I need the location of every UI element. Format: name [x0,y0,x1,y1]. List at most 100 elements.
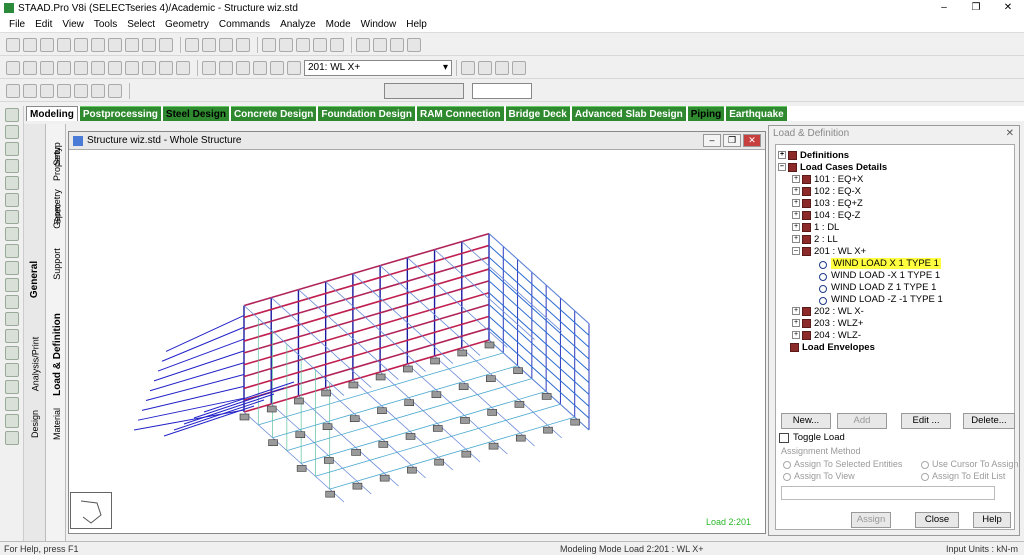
viewport-close-button[interactable]: ✕ [743,134,761,147]
minimize-button[interactable]: – [928,0,960,16]
overview-thumbnail[interactable] [70,492,112,529]
select-all-icon[interactable] [5,193,19,207]
globe-icon[interactable] [108,83,122,98]
select-spec-icon[interactable] [5,312,19,326]
tab-steel-design[interactable]: Steel Design [162,106,229,121]
print-icon[interactable] [159,37,173,52]
tree-item-load-case[interactable]: +202 : WL X- [792,305,864,317]
expand-icon[interactable]: + [792,175,800,183]
tree-item-load-case[interactable]: +203 : WLZ+ [792,317,863,329]
view-right-icon[interactable] [57,60,71,75]
zoom-out-icon[interactable] [236,60,250,75]
side-tab-load-definition[interactable]: Load & Definition [46,304,68,404]
side-tab-general[interactable]: General [24,239,46,319]
structure-model[interactable] [69,150,765,533]
select-beams-icon[interactable] [5,125,19,139]
beam-cursor-icon[interactable] [296,37,310,52]
node-icon[interactable] [91,83,105,98]
cursor-icon[interactable] [262,37,276,52]
select-load-icon[interactable] [5,278,19,292]
structure-diagram-icon[interactable] [407,37,421,52]
paste-icon[interactable] [91,37,105,52]
expand-icon[interactable]: + [792,235,800,243]
assign-list-field[interactable] [781,486,995,500]
rotate-down-icon[interactable] [142,60,156,75]
tree-item-definitions[interactable]: + Definitions [778,149,849,161]
select-beam-ends-icon[interactable] [5,380,19,394]
tree-item-load-case[interactable]: +101 : EQ+X [792,173,863,185]
expand-icon[interactable]: + [792,199,800,207]
checkbox[interactable] [779,432,789,443]
view-left-icon[interactable] [40,60,54,75]
menu-analyze[interactable]: Analyze [275,19,321,30]
expand-icon[interactable]: + [792,319,800,327]
tab-advanced-slab-design[interactable]: Advanced Slab Design [571,106,686,121]
menu-select[interactable]: Select [122,19,160,30]
menu-window[interactable]: Window [356,19,402,30]
view-top-icon[interactable] [74,60,88,75]
tree-item-load-cases-details[interactable]: – Load Cases Details [778,161,887,173]
tab-foundation-design[interactable]: Foundation Design [318,106,415,121]
rotate-left-icon[interactable] [159,60,173,75]
view-iso-icon[interactable] [108,60,122,75]
tree-item-load-case[interactable]: +104 : EQ-Z [792,209,860,221]
tab-bridge-deck[interactable]: Bridge Deck [505,106,570,121]
magnify-icon[interactable] [287,60,301,75]
tab-earthquake[interactable]: Earthquake [726,106,787,121]
save-icon[interactable] [40,37,54,52]
tab-postprocessing[interactable]: Postprocessing [79,106,161,121]
tree-item-wind-load[interactable]: WIND LOAD -Z -1 TYPE 1 [818,293,943,305]
menu-edit[interactable]: Edit [30,19,57,30]
help-button[interactable]: Help [973,512,1011,528]
print-preview-icon[interactable] [461,60,475,75]
view-back-icon[interactable] [23,60,37,75]
view-front-icon[interactable] [6,60,20,75]
side-tab-material[interactable]: Material [46,399,68,449]
copy-icon[interactable] [74,37,88,52]
side-tab-support[interactable]: Support [46,239,68,289]
menu-view[interactable]: View [57,19,89,30]
grid-icon[interactable] [74,83,88,98]
panel-close-icon[interactable]: ✕ [1006,128,1014,139]
plate-icon[interactable] [23,83,37,98]
expand-icon[interactable]: + [792,223,800,231]
add-button[interactable]: Add [837,413,887,429]
new-file-icon[interactable] [6,37,20,52]
viewport-minimize-button[interactable]: – [703,134,721,147]
select-clear-icon[interactable] [5,431,19,445]
tab-concrete-design[interactable]: Concrete Design [230,106,317,121]
menu-file[interactable]: File [4,19,30,30]
node-cursor-icon[interactable] [279,37,293,52]
select-material-icon[interactable] [5,295,19,309]
view-output-icon[interactable] [219,37,233,52]
new-button[interactable]: New... [781,413,831,429]
select-solids-icon[interactable] [5,159,19,173]
post-process-icon[interactable] [202,37,216,52]
tab-ram-connection[interactable]: RAM Connection [416,106,504,121]
assign-button[interactable]: Assign [851,512,891,528]
run-analysis-icon[interactable] [185,37,199,52]
menu-tools[interactable]: Tools [89,19,122,30]
close-button[interactable]: ✕ [992,0,1024,16]
expand-icon[interactable]: + [792,187,800,195]
scale-icon[interactable] [390,37,404,52]
select-list-icon[interactable] [5,346,19,360]
tree-item-load-case[interactable]: +2 : LL [792,233,838,245]
tree-item-load-envelopes[interactable]: Load Envelopes [790,341,875,353]
delete-button[interactable]: Delete... [963,413,1015,429]
tree-item-wind-load[interactable]: WIND LOAD X 1 TYPE 1 [818,257,941,269]
delete-icon[interactable] [108,37,122,52]
view-bottom-icon[interactable] [91,60,105,75]
plate-cursor-icon[interactable] [313,37,327,52]
tree-item-load-case[interactable]: +103 : EQ+Z [792,197,863,209]
cursor-assign-option[interactable]: Use Cursor To Assign [921,459,1018,469]
expand-icon[interactable]: + [792,307,800,315]
tab-modeling[interactable]: Modeling [26,106,78,121]
select-by-id-icon[interactable] [5,397,19,411]
side-tab-property[interactable]: Property [46,134,68,194]
surface-icon[interactable] [57,83,71,98]
beam-icon[interactable] [6,83,20,98]
expand-icon[interactable]: + [778,151,786,159]
tree-item-wind-load[interactable]: WIND LOAD -X 1 TYPE 1 [818,269,940,281]
open-file-icon[interactable] [23,37,37,52]
